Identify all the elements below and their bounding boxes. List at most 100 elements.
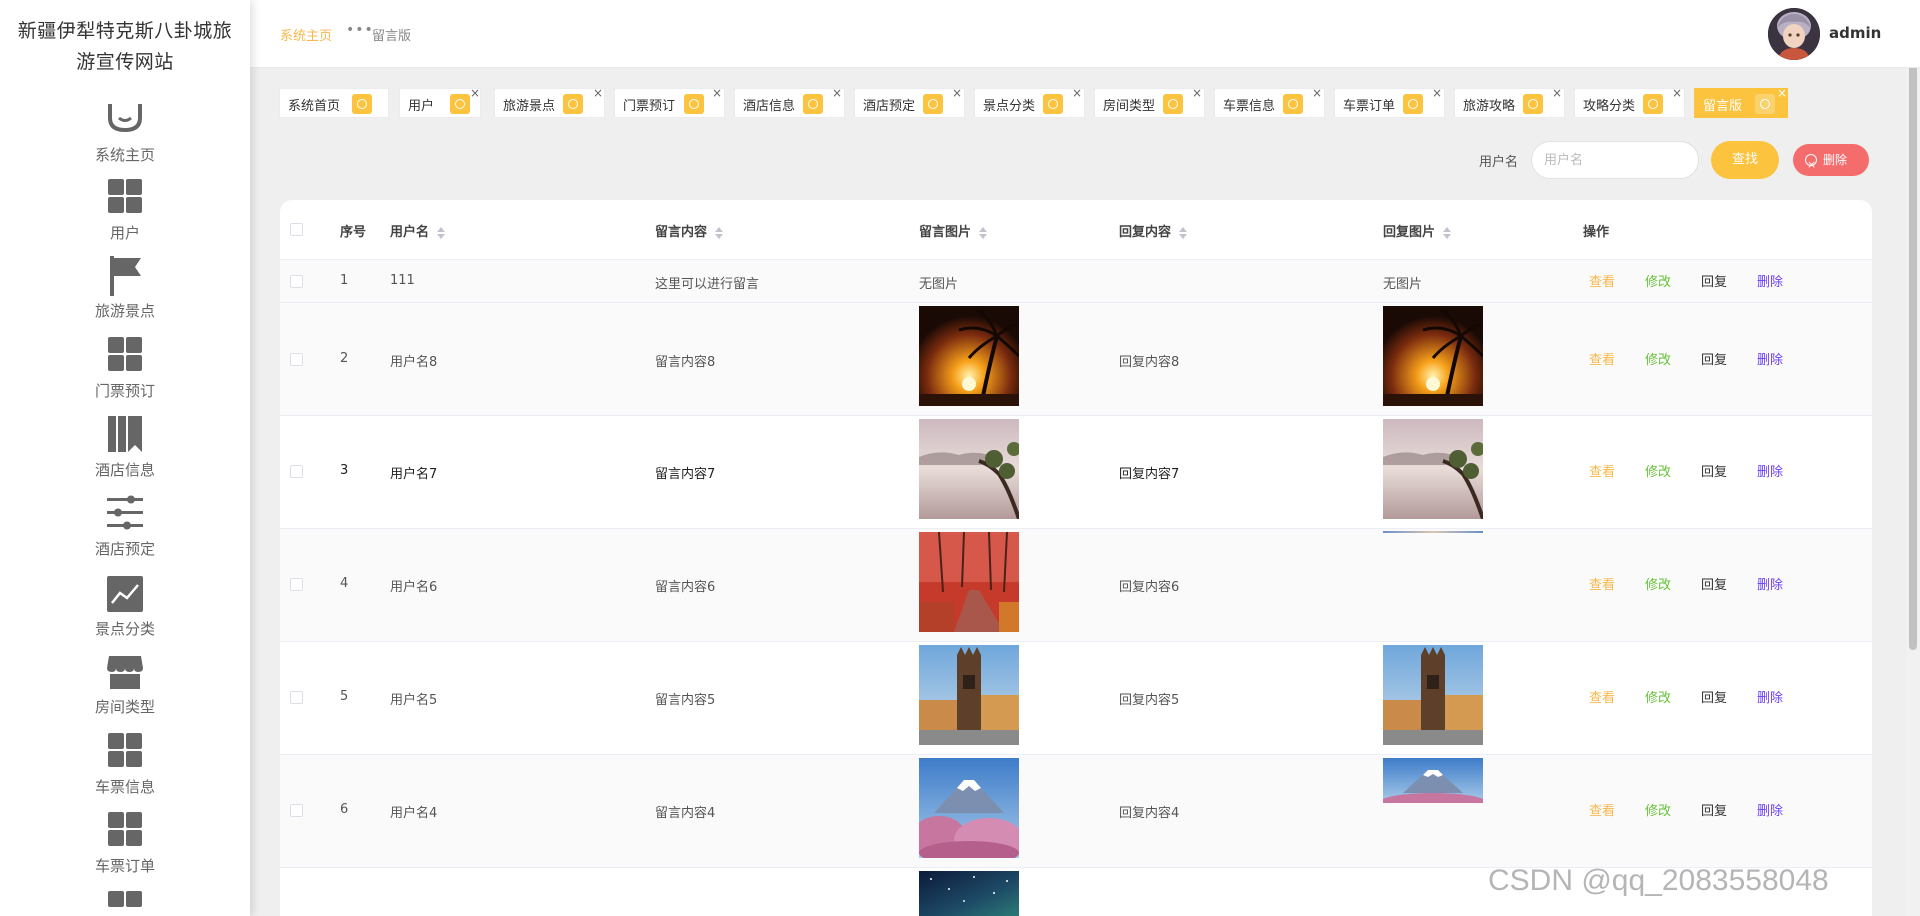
view-button[interactable]: 查看 <box>1589 574 1615 593</box>
reply-button[interactable]: 回复 <box>1701 349 1727 368</box>
tag-ticket-orders[interactable]: 车票订单 × <box>1334 86 1445 118</box>
row-checkbox[interactable] <box>290 465 303 478</box>
close-icon[interactable]: × <box>1777 86 1787 100</box>
reply-button[interactable]: 回复 <box>1701 574 1727 593</box>
edit-button[interactable]: 修改 <box>1645 574 1671 593</box>
scrollbar-thumb[interactable] <box>1909 2 1917 650</box>
edit-button[interactable]: 修改 <box>1645 461 1671 480</box>
fuji-blossom-image[interactable] <box>919 758 1019 858</box>
sidebar-item-user[interactable]: 用户 <box>0 178 250 256</box>
old-tower-image[interactable] <box>919 645 1019 745</box>
chart-icon <box>107 576 143 614</box>
row-checkbox[interactable] <box>290 275 303 288</box>
close-icon[interactable]: × <box>712 86 722 100</box>
tag-icon <box>1283 94 1303 114</box>
close-icon[interactable]: × <box>952 86 962 100</box>
edit-button[interactable]: 修改 <box>1645 800 1671 819</box>
delete-row-button[interactable]: 删除 <box>1757 461 1783 480</box>
row-checkbox[interactable] <box>290 691 303 704</box>
sidebar-item-scenic-category[interactable]: 景点分类 <box>0 574 250 652</box>
autumn-path-image[interactable] <box>919 532 1019 632</box>
sunset-palm-image[interactable] <box>919 306 1019 406</box>
view-button[interactable]: 查看 <box>1589 271 1615 290</box>
reply-button[interactable]: 回复 <box>1701 461 1727 480</box>
close-icon[interactable]: × <box>470 86 480 100</box>
delete-row-button[interactable]: 删除 <box>1757 271 1783 290</box>
select-all-checkbox[interactable] <box>290 223 303 236</box>
header-reply-image[interactable]: 回复图片 <box>1383 221 1452 240</box>
delete-row-button[interactable]: 删除 <box>1757 349 1783 368</box>
top-bar: 系统主页 ••• 留言版 admin <box>250 0 1920 68</box>
sidebar-item-tickets[interactable]: 门票预订 <box>0 336 250 414</box>
reply-button[interactable]: 回复 <box>1701 800 1727 819</box>
username[interactable]: admin <box>1829 24 1881 42</box>
sidebar-item-ticket-info[interactable]: 车票信息 <box>0 732 250 810</box>
breadcrumb-home[interactable]: 系统主页 <box>280 25 332 44</box>
sidebar-item-room-type[interactable]: 房间类型 <box>0 652 250 730</box>
sidebar-item-ticket-orders[interactable]: 车票订单 <box>0 811 250 889</box>
tag-guide-category[interactable]: 攻略分类 × <box>1574 86 1685 118</box>
view-button[interactable]: 查看 <box>1589 687 1615 706</box>
sort-icon <box>715 226 724 239</box>
broken-image-strip <box>1383 531 1483 533</box>
tag-hotel-info[interactable]: 酒店信息 × <box>734 86 845 118</box>
misty-tree-image[interactable] <box>919 419 1019 519</box>
close-icon[interactable]: × <box>1192 86 1202 100</box>
view-button[interactable]: 查看 <box>1589 800 1615 819</box>
row-checkbox[interactable] <box>290 804 303 817</box>
close-icon[interactable]: × <box>832 86 842 100</box>
delete-row-button[interactable]: 删除 <box>1757 800 1783 819</box>
edit-button[interactable]: 修改 <box>1645 349 1671 368</box>
delete-row-button[interactable]: 删除 <box>1757 687 1783 706</box>
sidebar-item-scenic[interactable]: 旅游景点 <box>0 256 250 334</box>
page-scrollbar[interactable] <box>1906 0 1920 916</box>
delete-button[interactable]: 删除 <box>1793 144 1869 181</box>
cell-reply: 回复内容7 <box>1119 467 1180 482</box>
search-button[interactable]: 查找 <box>1711 141 1779 179</box>
close-icon[interactable]: × <box>1552 86 1562 100</box>
night-sky-image[interactable] <box>919 871 1019 916</box>
close-icon[interactable]: × <box>1432 86 1442 100</box>
grid-icon <box>107 178 143 216</box>
cell-index: 6 <box>340 802 349 817</box>
header-content[interactable]: 留言内容 <box>655 221 724 240</box>
edit-button[interactable]: 修改 <box>1645 687 1671 706</box>
tag-message-board[interactable]: 留言版 × <box>1694 86 1788 118</box>
tag-ticket-info[interactable]: 车票信息 × <box>1214 86 1325 118</box>
edit-button[interactable]: 修改 <box>1645 271 1671 290</box>
tag-user[interactable]: 用户 × <box>399 86 481 118</box>
header-image[interactable]: 留言图片 <box>919 221 988 240</box>
tag-home[interactable]: 系统首页 <box>279 88 389 118</box>
view-button[interactable]: 查看 <box>1589 349 1615 368</box>
misty-tree-image[interactable] <box>1383 419 1483 519</box>
tag-room-type[interactable]: 房间类型 × <box>1094 86 1205 118</box>
fuji-blossom-image[interactable] <box>1383 758 1483 803</box>
cell-index: 1 <box>340 273 349 288</box>
delete-row-button[interactable]: 删除 <box>1757 574 1783 593</box>
cell-reply: 回复内容6 <box>1119 580 1180 595</box>
header-reply[interactable]: 回复内容 <box>1119 221 1188 240</box>
sunset-palm-image[interactable] <box>1383 306 1483 406</box>
reply-button[interactable]: 回复 <box>1701 687 1727 706</box>
close-icon[interactable]: × <box>1312 86 1322 100</box>
row-checkbox[interactable] <box>290 578 303 591</box>
sidebar-item-home[interactable]: 系统主页 <box>0 104 250 182</box>
reply-button[interactable]: 回复 <box>1701 271 1727 290</box>
tag-travel-guide[interactable]: 旅游攻略 × <box>1454 86 1565 118</box>
tag-hotel-booking[interactable]: 酒店预定 × <box>854 86 965 118</box>
old-tower-image[interactable] <box>1383 645 1483 745</box>
tag-scenic[interactable]: 旅游景点 × <box>494 86 605 118</box>
tag-icon <box>1163 94 1183 114</box>
close-icon[interactable]: × <box>1672 86 1682 100</box>
tag-tickets[interactable]: 门票预订 × <box>614 86 725 118</box>
row-checkbox[interactable] <box>290 353 303 366</box>
avatar[interactable] <box>1768 8 1820 60</box>
close-icon[interactable]: × <box>593 86 603 100</box>
sidebar-item-hotel-booking[interactable]: 酒店预定 <box>0 494 250 572</box>
tag-scenic-category[interactable]: 景点分类 × <box>974 86 1085 118</box>
sidebar-item-hotel-info[interactable]: 酒店信息 <box>0 415 250 493</box>
view-button[interactable]: 查看 <box>1589 461 1615 480</box>
username-search-input[interactable] <box>1531 141 1699 179</box>
header-username[interactable]: 用户名 <box>390 221 446 240</box>
close-icon[interactable]: × <box>1072 86 1082 100</box>
